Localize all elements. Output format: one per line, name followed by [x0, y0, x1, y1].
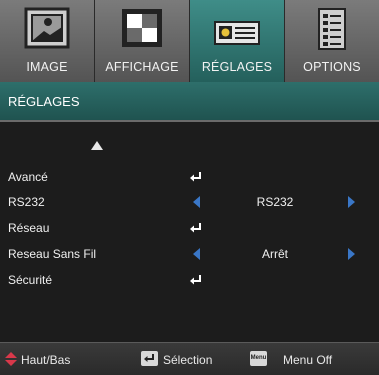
- tab-affichage[interactable]: AFFICHAGE: [95, 0, 190, 82]
- osd-menu: IMAGE AFFICHAGE RÉGLAGES OPTIONS RÉGLAGE…: [0, 0, 379, 375]
- tab-reglages-label: RÉGLAGES: [201, 60, 273, 74]
- arrow-right-icon[interactable]: [348, 196, 355, 208]
- menu-item-securite[interactable]: Sécurité: [0, 270, 379, 290]
- projector-icon: [214, 21, 260, 45]
- updown-label: Haut/Bas: [21, 353, 71, 367]
- tab-affichage-label: AFFICHAGE: [105, 60, 179, 74]
- page-title: RÉGLAGES: [8, 94, 80, 109]
- menu-item-reseau-sans-fil[interactable]: Reseau Sans Fil Arrêt: [0, 244, 379, 264]
- tab-image-label: IMAGE: [26, 60, 68, 74]
- rs232-value: RS232: [256, 195, 294, 209]
- menu-item-label: Avancé: [8, 170, 48, 184]
- enter-icon: [190, 275, 201, 285]
- select-label: Sélection: [163, 353, 213, 367]
- enter-icon: [190, 172, 201, 182]
- options-list-icon: [318, 8, 346, 50]
- enter-key-icon: [141, 351, 158, 366]
- enter-icon: [190, 223, 201, 233]
- arrow-right-icon[interactable]: [348, 248, 355, 260]
- scroll-up-arrow-icon[interactable]: [91, 141, 103, 150]
- tab-options-label: OPTIONS: [303, 60, 361, 74]
- menu-item-reseau[interactable]: Réseau: [0, 218, 379, 238]
- menu-key-icon: Menu: [250, 351, 267, 366]
- menu-item-avance[interactable]: Avancé: [0, 167, 379, 187]
- display-icon: [122, 9, 162, 47]
- image-icon: [24, 7, 70, 49]
- menu-off-label: Menu Off: [283, 353, 333, 367]
- menu-item-rs232[interactable]: RS232 RS232: [0, 192, 379, 212]
- footer-hints: Haut/Bas Sélection Menu Menu Off: [0, 342, 379, 375]
- tab-image[interactable]: IMAGE: [0, 0, 95, 82]
- tab-options[interactable]: OPTIONS: [285, 0, 379, 82]
- section-header: RÉGLAGES: [0, 82, 379, 120]
- tab-bar: IMAGE AFFICHAGE RÉGLAGES OPTIONS: [0, 0, 379, 82]
- menu-item-label: Sécurité: [8, 273, 53, 287]
- menu-item-label: Réseau: [8, 221, 50, 235]
- tab-reglages[interactable]: RÉGLAGES: [190, 0, 285, 82]
- up-down-icon: [5, 352, 17, 366]
- wireless-value: Arrêt: [261, 247, 289, 261]
